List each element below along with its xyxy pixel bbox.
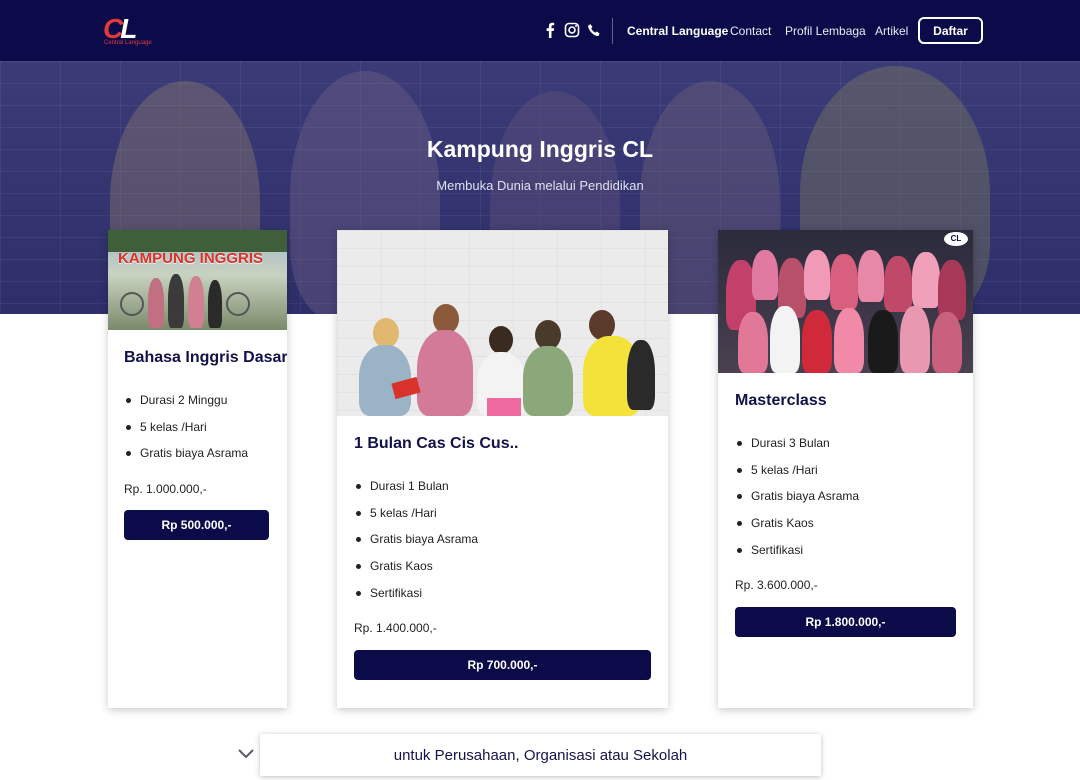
- top-navbar: CL Central Language Central Language Con…: [0, 0, 1080, 61]
- feature-item: 5 kelas /Hari: [124, 419, 248, 446]
- package-card-1-bulan: 1 Bulan Cas Cis Cus.. Durasi 1 Bulan 5 k…: [337, 230, 668, 708]
- package-card-basic: KAMPUNG INGGRIS Bahasa Inggris Dasar Dur…: [108, 230, 287, 708]
- hero-title: Kampung Inggris CL: [426, 136, 654, 162]
- tab-perusahaan-organisasi-sekolah[interactable]: untuk Perusahaan, Organisasi atau Sekola…: [260, 734, 821, 776]
- feature-item: Gratis biaya Asrama: [735, 488, 859, 515]
- feature-item: Gratis Kaos: [735, 515, 859, 542]
- logo-tagline: Central Language: [104, 40, 152, 46]
- campus-sign: KAMPUNG INGGRIS: [118, 250, 264, 267]
- feature-item: Durasi 3 Bulan: [735, 435, 859, 462]
- card-title: Masterclass: [735, 392, 827, 409]
- regular-price: Rp. 3.600.000,-: [735, 578, 818, 592]
- feature-item: Gratis biaya Asrama: [124, 445, 248, 472]
- card-image-students: [337, 230, 668, 416]
- feature-item: Sertifikasi: [354, 585, 478, 612]
- regular-price: Rp. 1.400.000,-: [354, 621, 437, 635]
- feature-list: Durasi 1 Bulan 5 kelas /Hari Gratis biay…: [354, 478, 478, 611]
- price-button[interactable]: Rp 1.800.000,-: [735, 607, 956, 637]
- price-button[interactable]: Rp 500.000,-: [124, 510, 269, 540]
- nav-link-artikel[interactable]: Artikel: [875, 24, 908, 38]
- card-title: Bahasa Inggris Dasar: [124, 349, 287, 366]
- regular-price: Rp. 1.000.000,-: [124, 482, 207, 496]
- feature-item: Gratis biaya Asrama: [354, 531, 478, 558]
- feature-item: 5 kelas /Hari: [735, 462, 859, 489]
- site-logo[interactable]: CL Central Language: [103, 13, 152, 49]
- feature-item: Durasi 2 Minggu: [124, 392, 248, 419]
- facebook-icon[interactable]: [541, 20, 559, 40]
- feature-item: 5 kelas /Hari: [354, 505, 478, 532]
- hero-subtitle: Membuka Dunia melalui Pendidikan: [436, 178, 644, 193]
- phone-icon[interactable]: [585, 20, 603, 40]
- card-image-group-photo: CL: [718, 230, 973, 373]
- feature-list: Durasi 2 Minggu 5 kelas /Hari Gratis bia…: [124, 392, 248, 472]
- nav-link-profil-lembaga[interactable]: Profil Lembaga: [785, 24, 866, 38]
- nav-link-contact[interactable]: Contact: [730, 24, 771, 38]
- chevron-down-icon[interactable]: [236, 744, 256, 764]
- nav-link-central-language[interactable]: Central Language: [627, 24, 728, 38]
- feature-item: Sertifikasi: [735, 542, 859, 569]
- instagram-icon[interactable]: [563, 20, 581, 40]
- card-title: 1 Bulan Cas Cis Cus..: [354, 435, 519, 452]
- feature-list: Durasi 3 Bulan 5 kelas /Hari Gratis biay…: [735, 435, 859, 568]
- feature-item: Durasi 1 Bulan: [354, 478, 478, 505]
- package-card-masterclass: CL Masterclass Durasi 3 Bulan 5 kelas /H…: [718, 230, 973, 708]
- daftar-button[interactable]: Daftar: [918, 17, 983, 44]
- photo-logo-badge: CL: [944, 232, 968, 246]
- feature-item: Gratis Kaos: [354, 558, 478, 585]
- nav-divider: [612, 18, 613, 44]
- price-button[interactable]: Rp 700.000,-: [354, 650, 651, 680]
- card-image-campus: KAMPUNG INGGRIS: [108, 230, 287, 330]
